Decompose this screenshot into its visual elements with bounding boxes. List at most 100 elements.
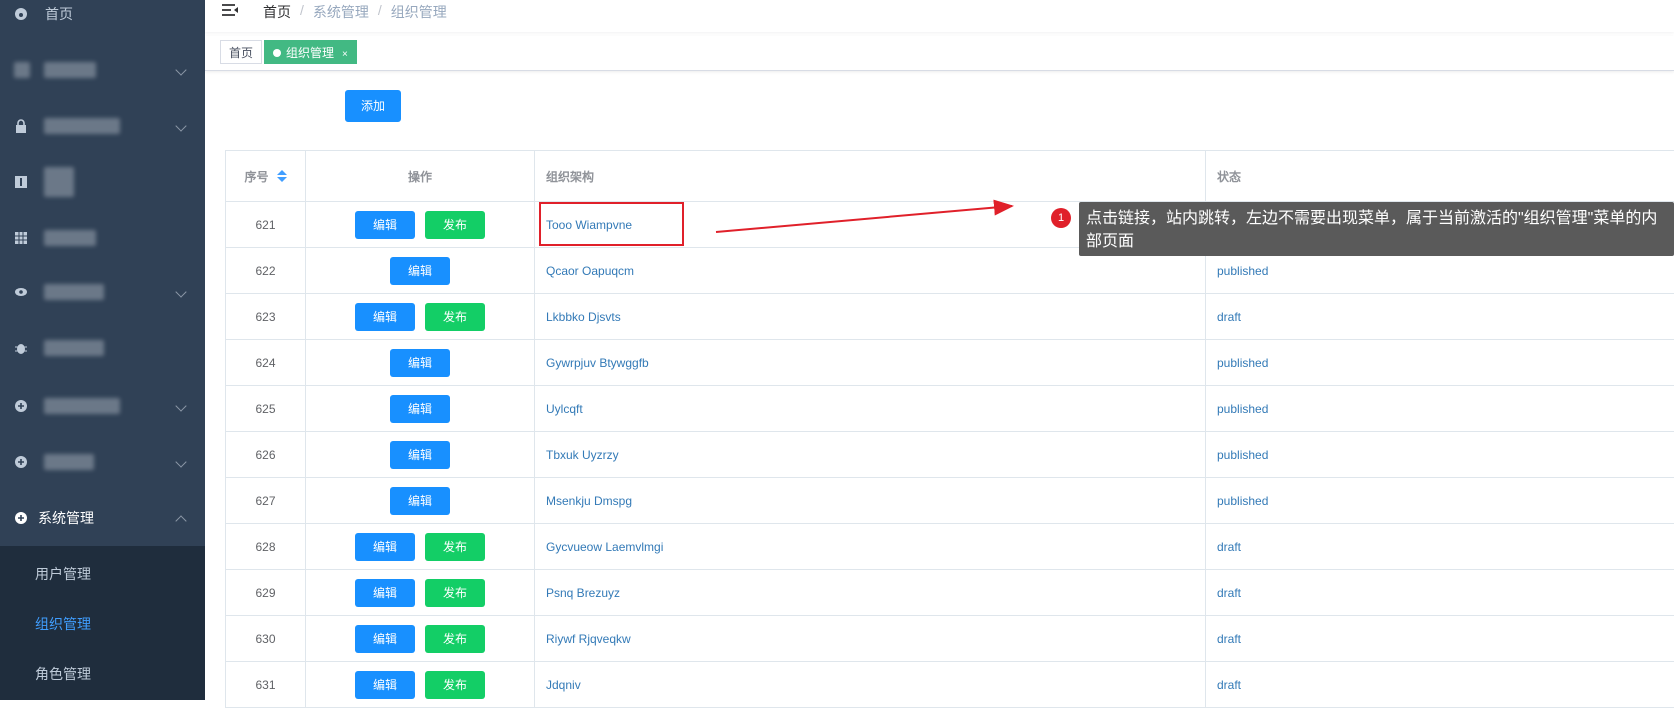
cell-status: published xyxy=(1206,386,1674,431)
breadcrumb-item-org: 组织管理 xyxy=(390,4,447,20)
cell-actions: 编辑 xyxy=(306,340,535,385)
sidebar-item-blurred-3[interactable] xyxy=(0,154,205,210)
header-label: 序号 xyxy=(244,169,269,184)
sidebar-item-blurred-2[interactable] xyxy=(0,98,205,154)
publish-button[interactable]: 发布 xyxy=(425,210,485,239)
sidebar-item-blurred-6[interactable] xyxy=(0,320,205,376)
breadcrumb: 首页 / 系统管理 / 组织管理 xyxy=(263,2,447,22)
table-row: 628 编辑 发布 Gycvueow Laemvlmgi draft xyxy=(226,524,1674,570)
close-icon[interactable]: × xyxy=(342,49,348,60)
blurred-label xyxy=(44,62,96,78)
tag-home[interactable]: 首页 xyxy=(220,40,263,64)
sort-icon[interactable] xyxy=(276,170,287,182)
submenu-item-org[interactable]: 组织管理 xyxy=(35,614,91,634)
edit-button[interactable]: 编辑 xyxy=(355,670,415,699)
cell-actions: 编辑 发布 xyxy=(306,294,535,339)
publish-button[interactable]: 发布 xyxy=(425,532,485,561)
header-label: 组织架构 xyxy=(546,169,595,184)
sidebar-item-system[interactable]: 系统管理 xyxy=(0,490,205,546)
table-row: 627 编辑 Msenkju Dmspg published xyxy=(226,478,1674,524)
table-row: 625 编辑 Uylcqft published xyxy=(226,386,1674,432)
submenu: 用户管理 组织管理 角色管理 xyxy=(0,546,205,700)
edit-button[interactable]: 编辑 xyxy=(355,532,415,561)
edit-button[interactable]: 编辑 xyxy=(355,578,415,607)
header-cell-actions: 操作 xyxy=(306,151,535,201)
chevron-down-icon xyxy=(175,120,187,132)
edit-button[interactable]: 编辑 xyxy=(390,348,450,377)
chevron-down-icon xyxy=(175,64,187,76)
sidebar-item-blurred-1[interactable] xyxy=(0,42,205,98)
org-link[interactable]: Lkbbko Djsvts xyxy=(546,310,621,324)
submenu-item-users[interactable]: 用户管理 xyxy=(35,564,91,584)
org-link[interactable]: Uylcqft xyxy=(546,402,583,416)
sidebar: 首页 系统管理 用户管理 组织管理 角色管理 xyxy=(0,0,205,700)
sidebar-item-label: 系统管理 xyxy=(38,510,94,526)
org-link[interactable]: Msenkju Dmspg xyxy=(546,494,632,508)
status-text: draft xyxy=(1217,539,1242,554)
cell-id: 627 xyxy=(226,478,306,523)
row-id: 623 xyxy=(255,309,276,324)
cell-status: draft xyxy=(1206,616,1674,661)
breadcrumb-separator: / xyxy=(300,2,304,18)
status-text: draft xyxy=(1217,631,1242,646)
org-link[interactable]: Jdqniv xyxy=(546,678,581,692)
edit-button[interactable]: 编辑 xyxy=(355,302,415,331)
publish-button[interactable]: 发布 xyxy=(425,624,485,653)
cell-status: draft xyxy=(1206,570,1674,615)
row-id: 621 xyxy=(255,217,276,232)
tag-org[interactable]: 组织管理 × xyxy=(264,40,357,64)
blurred-label xyxy=(44,398,120,414)
edit-button[interactable]: 编辑 xyxy=(390,256,450,285)
highlight-box xyxy=(539,202,684,246)
publish-button[interactable]: 发布 xyxy=(425,302,485,331)
edit-button[interactable]: 编辑 xyxy=(390,486,450,515)
hamburger-icon[interactable] xyxy=(221,3,239,19)
tag-label: 组织管理 xyxy=(286,46,335,60)
table-row: 629 编辑 发布 Psnq Brezuyz draft xyxy=(226,570,1674,616)
row-id: 626 xyxy=(255,447,276,462)
edit-button[interactable]: 编辑 xyxy=(355,210,415,239)
cell-status: published xyxy=(1206,432,1674,477)
blurred-label xyxy=(44,230,96,246)
sidebar-item-blurred-4[interactable] xyxy=(0,210,205,266)
sidebar-item-blurred-5[interactable] xyxy=(0,264,205,320)
submenu-item-roles[interactable]: 角色管理 xyxy=(35,664,91,684)
header-cell-id[interactable]: 序号 xyxy=(226,151,306,201)
org-link[interactable]: Riywf Rjqveqkw xyxy=(546,632,631,646)
row-id: 622 xyxy=(255,263,276,278)
org-link[interactable]: Gywrpjuv Btywggfb xyxy=(546,356,649,370)
table-row: 624 编辑 Gywrpjuv Btywggfb published xyxy=(226,340,1674,386)
status-text: published xyxy=(1217,447,1269,462)
cell-id: 624 xyxy=(226,340,306,385)
sidebar-item-home[interactable]: 首页 xyxy=(0,0,205,42)
status-text: published xyxy=(1217,263,1269,278)
add-button[interactable]: 添加 xyxy=(345,90,401,122)
cell-org: Uylcqft xyxy=(535,386,1206,431)
table-row: 623 编辑 发布 Lkbbko Djsvts draft xyxy=(226,294,1674,340)
row-id: 625 xyxy=(255,401,276,416)
header-label: 操作 xyxy=(407,169,432,184)
blurred-label xyxy=(44,167,74,197)
org-link[interactable]: Tbxuk Uyzrzy xyxy=(546,448,619,462)
cell-actions: 编辑 xyxy=(306,386,535,431)
chevron-down-icon xyxy=(175,400,187,412)
cell-actions: 编辑 发布 xyxy=(306,202,535,247)
publish-button[interactable]: 发布 xyxy=(425,670,485,699)
cell-id: 623 xyxy=(226,294,306,339)
cell-id: 630 xyxy=(226,616,306,661)
header-label: 状态 xyxy=(1217,169,1242,184)
sidebar-item-blurred-7[interactable] xyxy=(0,378,205,434)
chevron-down-icon xyxy=(175,286,187,298)
edit-button[interactable]: 编辑 xyxy=(390,394,450,423)
publish-button[interactable]: 发布 xyxy=(425,578,485,607)
org-link[interactable]: Psnq Brezuyz xyxy=(546,586,620,600)
breadcrumb-item-home[interactable]: 首页 xyxy=(263,2,291,22)
cell-actions: 编辑 xyxy=(306,432,535,477)
org-link[interactable]: Gycvueow Laemvlmgi xyxy=(546,540,663,554)
edit-button[interactable]: 编辑 xyxy=(355,624,415,653)
edit-button[interactable]: 编辑 xyxy=(390,440,450,469)
sidebar-item-blurred-8[interactable] xyxy=(0,434,205,490)
tags-view: 首页 组织管理 × xyxy=(205,36,1674,71)
org-link[interactable]: Qcaor Oapuqcm xyxy=(546,264,634,278)
cell-actions: 编辑 发布 xyxy=(306,662,535,707)
